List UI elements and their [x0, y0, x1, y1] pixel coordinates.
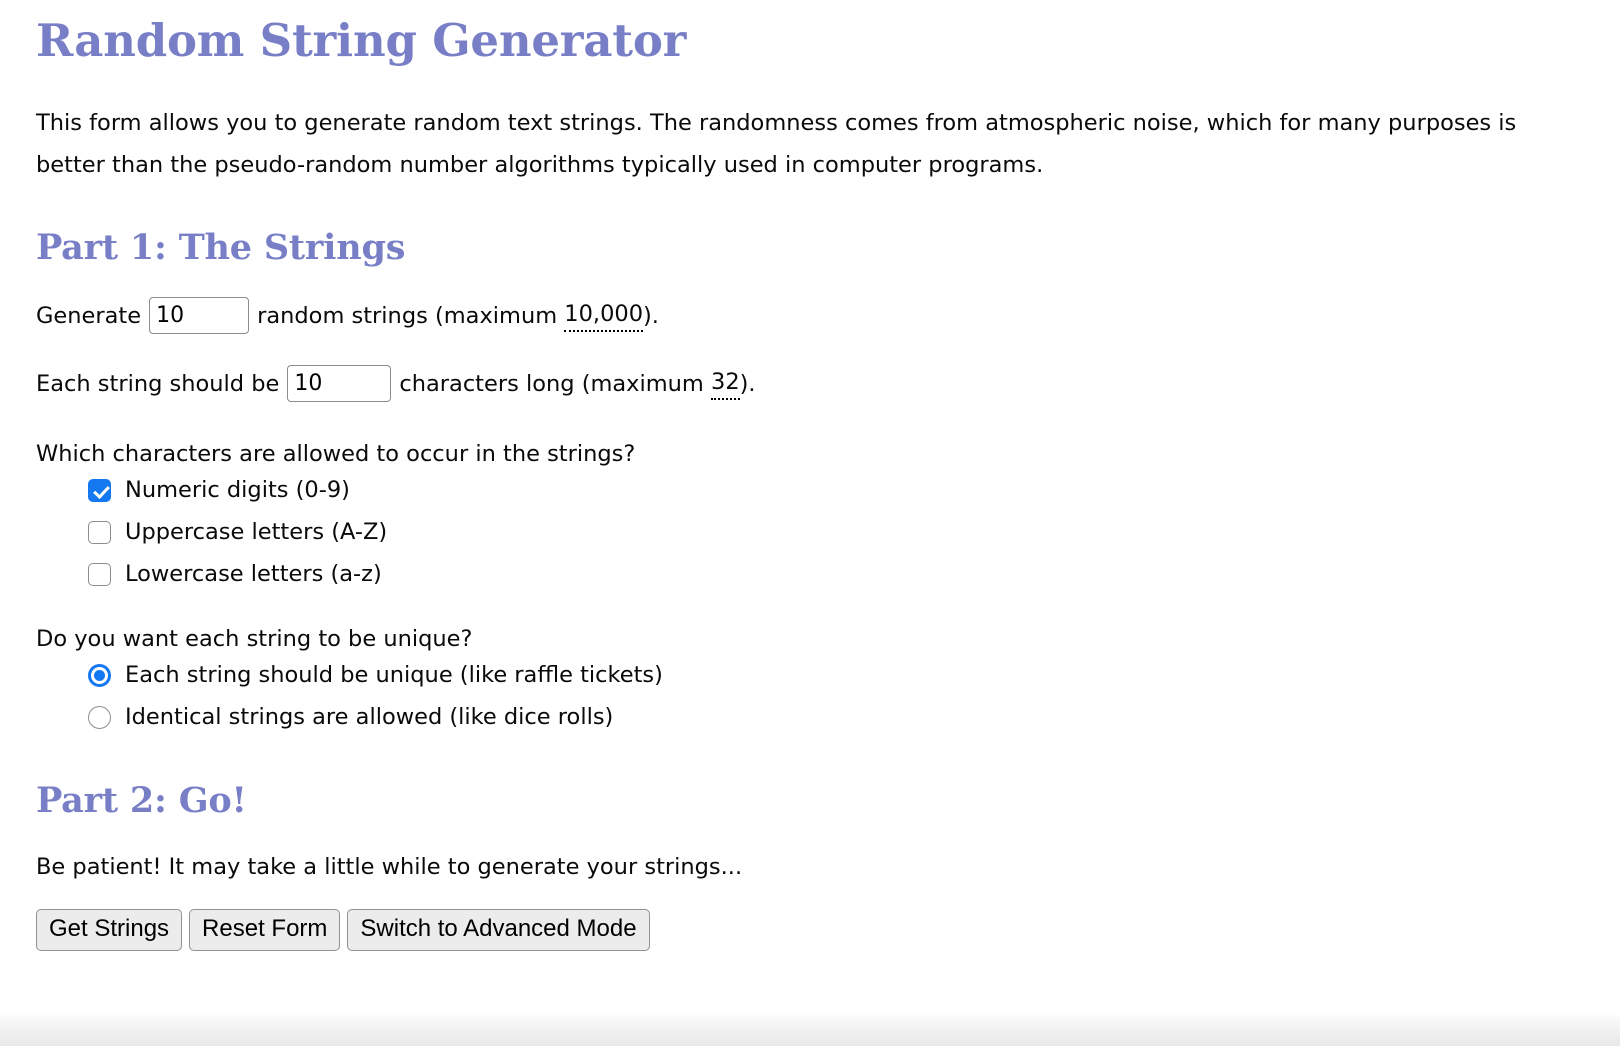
string-length-input[interactable] [287, 365, 392, 402]
part2-note: Be patient! It may take a little while t… [36, 853, 743, 880]
string-length-suffix: characters long (maximum [399, 370, 704, 397]
string-length-prefix: Each string should be [36, 370, 280, 397]
charset-option-uppercase-label: Uppercase letters (A-Z) [125, 519, 388, 545]
uniqueness-option-identical[interactable]: Identical strings are allowed (like dice… [88, 696, 1584, 738]
uniqueness-question: Do you want each string to be unique? [36, 626, 473, 652]
switch-advanced-mode-button[interactable]: Switch to Advanced Mode [347, 908, 650, 951]
generate-count-input[interactable] [149, 297, 250, 334]
intro-paragraph: This form allows you to generate random … [36, 110, 1517, 179]
string-length-max: 32 [711, 367, 740, 400]
generate-count-suffix-end: ). [643, 302, 659, 329]
uniqueness-option-unique[interactable]: Each string should be unique (like raffl… [88, 654, 1584, 696]
page-content: Random String Generator This form allows… [0, 0, 1620, 1015]
charset-option-numeric-label: Numeric digits (0-9) [125, 477, 350, 503]
charset-question: Which characters are allowed to occur in… [36, 441, 636, 467]
page-bottom-gradient [0, 1015, 1620, 1046]
string-length-suffix-end: ). [739, 370, 756, 397]
uniqueness-option-unique-label: Each string should be unique (like raffl… [125, 662, 663, 688]
charset-option-lowercase[interactable]: Lowercase letters (a-z) [88, 553, 1584, 595]
part2-heading: Part 2: Go! [36, 780, 247, 821]
charset-options: Numeric digits (0-9) Uppercase letters (… [36, 469, 1584, 595]
radio-icon-unique[interactable] [88, 663, 111, 687]
checkbox-icon-lowercase[interactable] [88, 562, 111, 586]
form-actions: Get Strings Reset Form Switch to Advance… [36, 908, 1584, 951]
part1-heading: Part 1: The Strings [36, 227, 406, 269]
page-title: Random String Generator [36, 14, 687, 67]
charset-option-numeric[interactable]: Numeric digits (0-9) [88, 469, 1584, 511]
string-length-row: Each string should be characters long (m… [36, 365, 1584, 402]
generate-count-suffix: random strings (maximum [257, 302, 558, 329]
charset-option-lowercase-label: Lowercase letters (a-z) [125, 561, 382, 587]
checkbox-icon-numeric[interactable] [88, 478, 111, 502]
uniqueness-options: Each string should be unique (like raffl… [36, 654, 1584, 738]
checkbox-icon-uppercase[interactable] [88, 520, 111, 544]
uniqueness-option-identical-label: Identical strings are allowed (like dice… [125, 704, 614, 730]
generate-count-prefix: Generate [36, 302, 142, 329]
reset-form-button[interactable]: Reset Form [189, 908, 341, 951]
generate-count-row: Generate random strings (maximum 10,000 … [36, 297, 1584, 334]
charset-option-uppercase[interactable]: Uppercase letters (A-Z) [88, 511, 1584, 553]
get-strings-button[interactable]: Get Strings [36, 908, 183, 951]
radio-icon-identical[interactable] [88, 705, 111, 729]
generate-count-max: 10,000 [564, 299, 644, 332]
